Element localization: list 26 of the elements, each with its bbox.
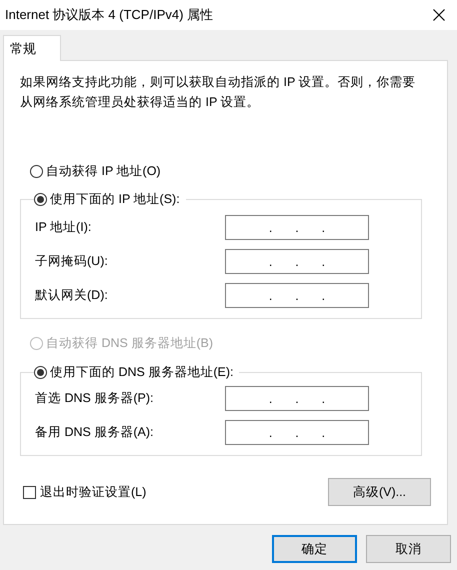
window-title: Internet 协议版本 4 (TCP/IPv4) 属性 bbox=[5, 6, 214, 24]
radio-label: 使用下面的 IP 地址(S): bbox=[50, 190, 180, 208]
field-label: IP 地址(I): bbox=[35, 219, 92, 236]
field-label: 首选 DNS 服务器(P): bbox=[35, 390, 154, 407]
radio-label: 使用下面的 DNS 服务器地址(E): bbox=[50, 364, 234, 380]
description-text: 如果网络支持此功能，则可以获取自动指派的 IP 设置。否则，你需要从网络系统管理员处获得适当的 IP 设置。 bbox=[20, 74, 417, 111]
advanced-button[interactable]: 高级(V)... bbox=[328, 478, 431, 506]
checkbox[interactable] bbox=[23, 486, 36, 498]
radio-label: 自动获得 IP 地址(O) bbox=[46, 162, 161, 180]
field-label: 默认网关(D): bbox=[35, 287, 108, 304]
radio-button[interactable] bbox=[34, 366, 47, 378]
dialog-button[interactable]: 取消 bbox=[366, 535, 451, 563]
ip-address-field[interactable]: . . . bbox=[225, 215, 369, 240]
radio-button[interactable] bbox=[30, 164, 43, 178]
field-label: 子网掩码(U): bbox=[35, 253, 108, 270]
ip-address-field[interactable]: . . . bbox=[225, 249, 369, 274]
tab[interactable]: 常规 bbox=[3, 35, 61, 61]
ip-address-field[interactable]: . . . bbox=[225, 283, 369, 308]
radio-button[interactable] bbox=[34, 192, 47, 206]
ip-address-field[interactable]: . . . bbox=[225, 386, 369, 411]
radio-label: 自动获得 DNS 服务器地址(B) bbox=[46, 334, 213, 352]
field-label: 备用 DNS 服务器(A): bbox=[35, 424, 154, 441]
close-icon[interactable] bbox=[433, 9, 445, 21]
ip-address-field[interactable]: . . . bbox=[225, 420, 369, 445]
checkbox-label: 退出时验证设置(L) bbox=[40, 484, 146, 500]
dialog-button[interactable]: 确定 bbox=[272, 535, 357, 563]
